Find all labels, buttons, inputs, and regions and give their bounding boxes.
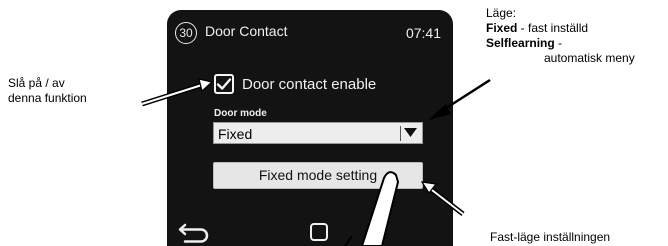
arrow-to-checkbox [141,78,214,107]
arrow-to-dropdown [428,78,491,120]
annotation-overlay [141,78,491,246]
finger-pointer-icon [344,171,400,246]
arrow-to-mode-button [420,181,465,216]
